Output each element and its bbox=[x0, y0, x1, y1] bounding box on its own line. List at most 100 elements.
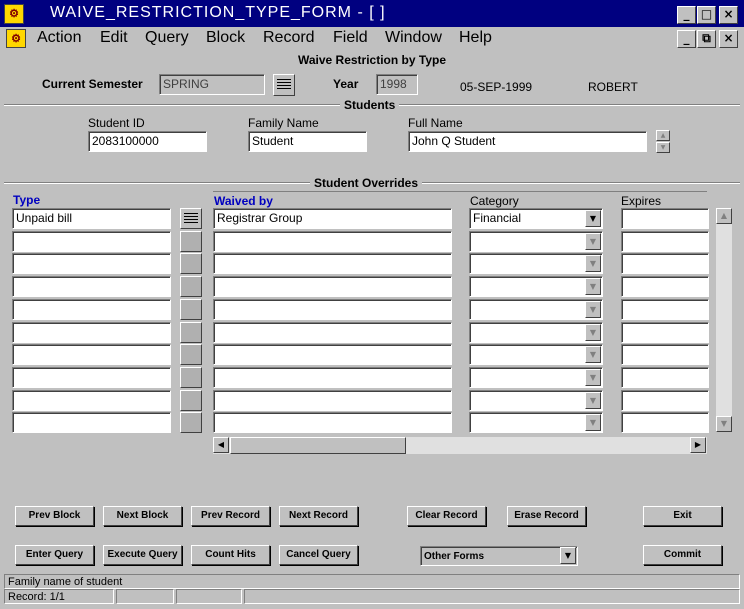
hscroll-left-button[interactable]: ◀ bbox=[213, 437, 229, 453]
expires-field[interactable] bbox=[621, 412, 709, 434]
execute-query-button[interactable]: Execute Query bbox=[103, 545, 182, 565]
students-scroll-up[interactable]: ▲ bbox=[656, 130, 670, 141]
expires-field[interactable] bbox=[621, 298, 709, 320]
expires-field[interactable] bbox=[621, 366, 709, 388]
year-field[interactable]: 1998 bbox=[376, 74, 418, 95]
students-scroll-down[interactable]: ▼ bbox=[656, 142, 670, 153]
expires-field[interactable] bbox=[621, 321, 709, 343]
prev-record-button[interactable]: Prev Record bbox=[191, 506, 270, 526]
expires-field[interactable] bbox=[621, 276, 709, 298]
menu-help[interactable]: Help bbox=[459, 29, 492, 47]
chevron-down-icon[interactable]: ▼ bbox=[585, 210, 601, 227]
chevron-down-icon[interactable]: ▼ bbox=[585, 368, 601, 386]
vscroll-up-button[interactable]: ▲ bbox=[716, 208, 732, 224]
type-lov-button[interactable] bbox=[180, 321, 202, 343]
type-lov-button[interactable] bbox=[180, 276, 202, 298]
chevron-down-icon[interactable]: ▼ bbox=[585, 255, 601, 273]
child-restore-button[interactable]: ⧉ bbox=[697, 30, 716, 48]
type-field[interactable] bbox=[12, 253, 171, 275]
type-lov-button[interactable] bbox=[180, 389, 202, 411]
type-field[interactable] bbox=[12, 276, 171, 298]
type-field[interactable] bbox=[12, 321, 171, 343]
category-select[interactable] bbox=[469, 389, 603, 411]
clear-record-button[interactable]: Clear Record bbox=[407, 506, 486, 526]
type-field[interactable] bbox=[12, 389, 171, 411]
menu-query[interactable]: Query bbox=[145, 29, 189, 47]
expires-field[interactable] bbox=[621, 253, 709, 275]
menu-block[interactable]: Block bbox=[206, 29, 245, 47]
maximize-button[interactable]: □ bbox=[697, 6, 716, 24]
student-id-field[interactable]: 2083100000 bbox=[88, 131, 207, 152]
chevron-down-icon[interactable]: ▼ bbox=[560, 547, 576, 564]
expires-field[interactable] bbox=[621, 389, 709, 411]
type-lov-button[interactable] bbox=[180, 366, 202, 388]
full-name-field[interactable]: John Q Student bbox=[408, 131, 647, 152]
waived-by-field[interactable] bbox=[213, 412, 452, 434]
type-field[interactable]: Unpaid bill bbox=[12, 208, 171, 229]
category-select[interactable] bbox=[469, 412, 603, 434]
other-forms-select[interactable]: Other Forms bbox=[420, 546, 578, 566]
type-lov-button[interactable] bbox=[180, 298, 202, 320]
chevron-down-icon[interactable]: ▼ bbox=[585, 232, 601, 250]
type-lov-button[interactable] bbox=[180, 253, 202, 275]
close-button[interactable]: × bbox=[719, 6, 738, 24]
type-lov-button[interactable] bbox=[180, 412, 202, 434]
menu-action[interactable]: Action bbox=[37, 29, 81, 47]
title-bar[interactable]: ⚙ WAIVE_RESTRICTION_TYPE_FORM - [ ] _ □ … bbox=[0, 0, 744, 28]
menu-record[interactable]: Record bbox=[263, 29, 315, 47]
hscroll-right-button[interactable]: ▶ bbox=[690, 437, 706, 453]
waived-by-field[interactable] bbox=[213, 253, 452, 275]
category-select[interactable] bbox=[469, 230, 603, 252]
category-select[interactable] bbox=[469, 344, 603, 366]
category-select[interactable] bbox=[469, 276, 603, 298]
chevron-down-icon[interactable]: ▼ bbox=[585, 300, 601, 318]
category-select[interactable] bbox=[469, 253, 603, 275]
menu-window[interactable]: Window bbox=[385, 29, 442, 47]
chevron-down-icon[interactable]: ▼ bbox=[585, 278, 601, 296]
hscroll-thumb[interactable] bbox=[230, 437, 406, 454]
chevron-down-icon[interactable]: ▼ bbox=[585, 346, 601, 364]
semester-lov-button[interactable] bbox=[273, 74, 295, 96]
count-hits-button[interactable]: Count Hits bbox=[191, 545, 270, 565]
type-field[interactable] bbox=[12, 366, 171, 388]
app-icon[interactable]: ⚙ bbox=[4, 4, 24, 24]
type-field[interactable] bbox=[12, 412, 171, 434]
family-name-field[interactable]: Student bbox=[248, 131, 367, 152]
menu-field[interactable]: Field bbox=[333, 29, 368, 47]
waived-by-field[interactable] bbox=[213, 321, 452, 343]
child-close-button[interactable]: × bbox=[719, 30, 738, 48]
type-field[interactable] bbox=[12, 344, 171, 366]
menu-edit[interactable]: Edit bbox=[100, 29, 128, 47]
chevron-down-icon[interactable]: ▼ bbox=[585, 323, 601, 341]
prev-block-button[interactable]: Prev Block bbox=[15, 506, 94, 526]
chevron-down-icon[interactable]: ▼ bbox=[585, 391, 601, 409]
waived-by-field[interactable] bbox=[213, 276, 452, 298]
expires-field[interactable] bbox=[621, 230, 709, 252]
waived-by-field[interactable] bbox=[213, 389, 452, 411]
erase-record-button[interactable]: Erase Record bbox=[507, 506, 586, 526]
category-select[interactable] bbox=[469, 321, 603, 343]
waived-by-field[interactable] bbox=[213, 230, 452, 252]
type-lov-button[interactable] bbox=[180, 208, 202, 229]
next-record-button[interactable]: Next Record bbox=[279, 506, 358, 526]
category-select[interactable] bbox=[469, 298, 603, 320]
expires-field[interactable] bbox=[621, 344, 709, 366]
expires-field[interactable] bbox=[621, 208, 709, 229]
vscroll-down-button[interactable]: ▼ bbox=[716, 416, 732, 432]
minimize-button[interactable]: _ bbox=[677, 6, 696, 24]
next-block-button[interactable]: Next Block bbox=[103, 506, 182, 526]
type-field[interactable] bbox=[12, 230, 171, 252]
overrides-vscroll[interactable] bbox=[716, 208, 732, 432]
exit-button[interactable]: Exit bbox=[643, 506, 722, 526]
app-icon[interactable]: ⚙ bbox=[6, 29, 26, 48]
chevron-down-icon[interactable]: ▼ bbox=[585, 414, 601, 432]
waived-by-field[interactable] bbox=[213, 298, 452, 320]
category-select[interactable] bbox=[469, 366, 603, 388]
waived-by-field[interactable]: Registrar Group bbox=[213, 208, 452, 229]
type-field[interactable] bbox=[12, 298, 171, 320]
cancel-query-button[interactable]: Cancel Query bbox=[279, 545, 358, 565]
child-minimize-button[interactable]: _ bbox=[677, 30, 696, 48]
enter-query-button[interactable]: Enter Query bbox=[15, 545, 94, 565]
waived-by-field[interactable] bbox=[213, 344, 452, 366]
type-lov-button[interactable] bbox=[180, 230, 202, 252]
